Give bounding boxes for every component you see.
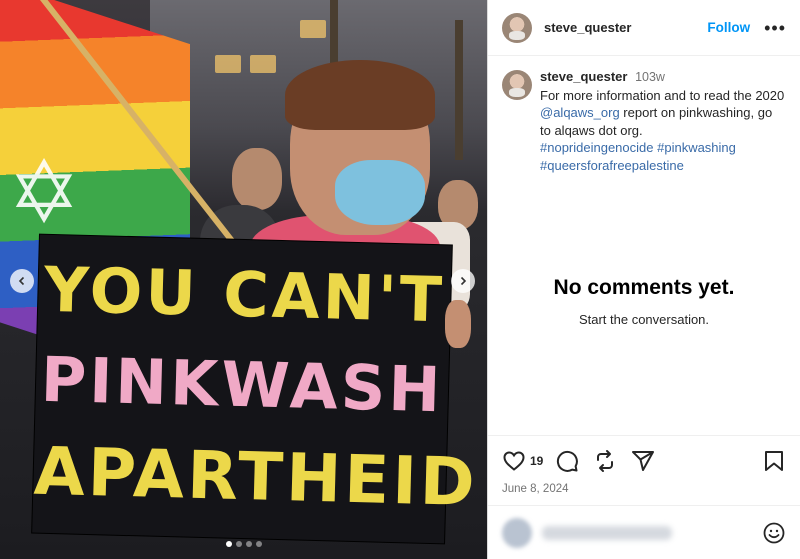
mention-link[interactable]: @alqaws_org [540, 105, 620, 120]
bookmark-icon[interactable] [762, 449, 786, 473]
protester-hand [445, 300, 471, 348]
repost-icon[interactable] [593, 449, 617, 473]
sign-line-3: APARTHEID [32, 432, 479, 522]
palm-tree [455, 20, 463, 160]
window-light [300, 20, 326, 38]
protester-hair [285, 60, 435, 130]
comment-composer[interactable] [488, 505, 800, 559]
comment-icon[interactable] [555, 449, 579, 473]
previous-slide-button[interactable] [10, 269, 34, 293]
chevron-left-icon [18, 276, 25, 286]
window-light [215, 55, 241, 73]
post-dialog: ✡ YOU CAN'T PINKWASH APARTHEID steve_que… [0, 0, 800, 559]
slide-dot [235, 541, 242, 547]
post-photo: ✡ YOU CAN'T PINKWASH APARTHEID [0, 0, 487, 559]
sign-line-1: YOU CAN'T [43, 252, 446, 337]
bystander [232, 148, 282, 210]
sign-line-2: PINKWASH [39, 342, 445, 427]
caption-avatar[interactable] [502, 70, 532, 100]
star-of-david-icon: ✡ [8, 145, 81, 241]
more-options-icon[interactable]: ••• [764, 19, 786, 37]
blurred-avatar [502, 517, 532, 548]
next-slide-button[interactable] [451, 269, 475, 293]
post-header: steve_quester Follow ••• [488, 0, 800, 56]
heart-icon[interactable] [502, 449, 526, 473]
caption-username[interactable]: steve_quester [540, 69, 627, 84]
action-icons: 19 [488, 436, 800, 473]
hashtag-link[interactable]: #queersforafreepalestine [540, 158, 684, 173]
emoji-icon[interactable] [762, 521, 786, 545]
share-icon[interactable] [631, 449, 655, 473]
slide-dot [255, 541, 262, 547]
no-comments-subtitle: Start the conversation. [578, 312, 710, 327]
post-date[interactable]: June 8, 2024 [488, 473, 800, 495]
no-comments: No comments yet. Start the conversation. [488, 276, 800, 327]
caption-time[interactable]: 103w [635, 70, 665, 84]
post-caption: steve_quester 103w For more information … [488, 56, 800, 174]
like-count[interactable]: 19 [530, 454, 543, 468]
caption-text: For more information and to read the 202… [540, 87, 785, 103]
avatar[interactable] [502, 12, 532, 43]
blurred-comment-text [542, 525, 672, 540]
post-actions: 19 June 8, 2024 [488, 435, 800, 495]
chevron-right-icon [460, 276, 467, 286]
follow-button[interactable]: Follow [707, 20, 750, 35]
hashtag-link[interactable]: #noprideingenocide [540, 140, 653, 155]
protest-sign: YOU CAN'T PINKWASH APARTHEID [32, 234, 479, 544]
caption-body: steve_quester 103w For more information … [540, 68, 786, 174]
slide-indicator [0, 541, 487, 547]
slide-dot [245, 541, 252, 547]
hashtag-link[interactable]: #pinkwashing [657, 140, 736, 155]
face-mask [335, 160, 425, 225]
slide-dot [225, 541, 232, 547]
header-username[interactable]: steve_quester [544, 20, 631, 35]
no-comments-title: No comments yet. [553, 276, 735, 299]
post-side-panel: steve_quester Follow ••• steve_quester 1… [487, 0, 800, 559]
window-light [250, 55, 276, 73]
